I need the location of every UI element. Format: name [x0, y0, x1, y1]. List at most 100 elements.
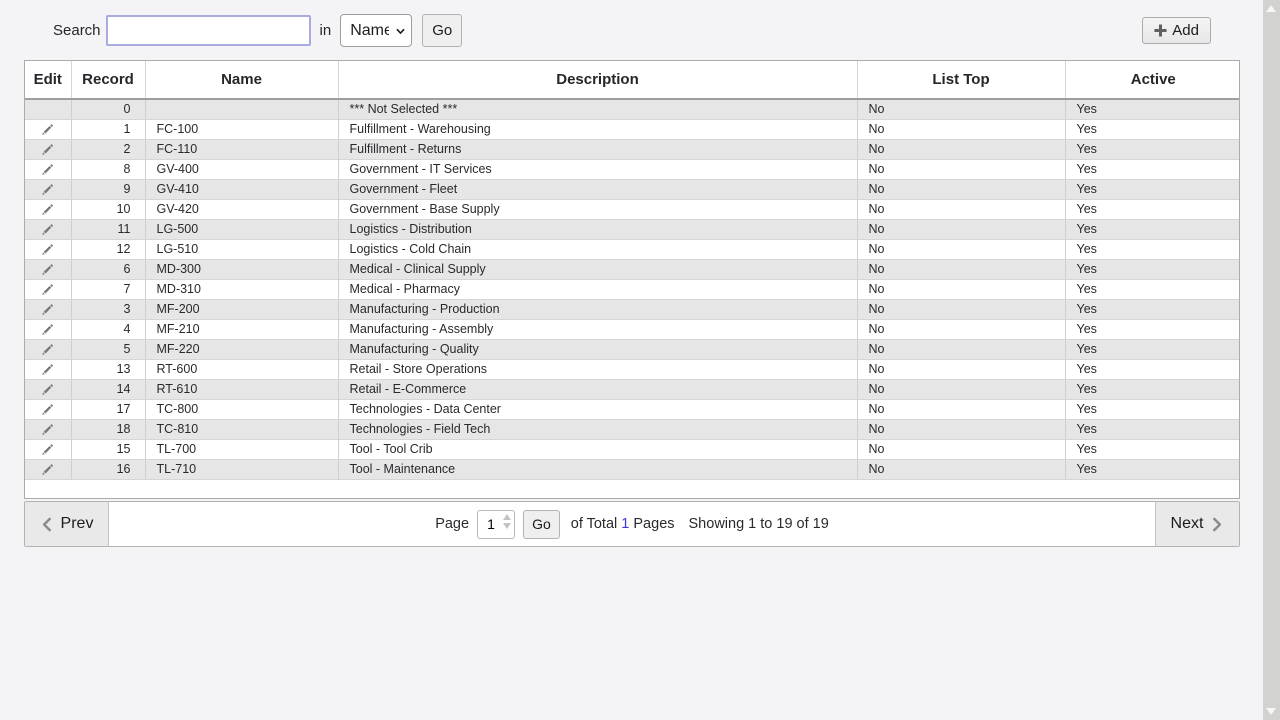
record-cell: 17: [71, 399, 145, 419]
table-row: 18 TC-810 Technologies - Field Tech No Y…: [25, 419, 1240, 439]
column-header-record: Record: [71, 61, 145, 99]
list-top-cell: No: [857, 139, 1065, 159]
pagination-controls: Page Go of Total 1 Pages Showing 1 to 19…: [109, 502, 1155, 546]
table-row: 15 TL-700 Tool - Tool Crib No Yes: [25, 439, 1240, 459]
edit-pencil-icon[interactable]: [40, 222, 55, 237]
active-cell: Yes: [1065, 279, 1240, 299]
edit-pencil-icon[interactable]: [40, 442, 55, 457]
record-cell: 2: [71, 139, 145, 159]
record-cell: 7: [71, 279, 145, 299]
record-cell: 11: [71, 219, 145, 239]
edit-pencil-icon[interactable]: [40, 142, 55, 157]
edit-pencil-icon[interactable]: [40, 182, 55, 197]
description-cell: Medical - Pharmacy: [338, 279, 857, 299]
chevron-left-icon: [40, 517, 53, 532]
edit-pencil-icon[interactable]: [40, 362, 55, 377]
page-go-button[interactable]: Go: [523, 510, 560, 539]
edit-pencil-icon[interactable]: [40, 262, 55, 277]
active-cell: Yes: [1065, 399, 1240, 419]
prev-page-button[interactable]: Prev: [25, 502, 109, 546]
edit-pencil-icon[interactable]: [40, 342, 55, 357]
name-cell: MD-300: [145, 259, 338, 279]
vertical-scrollbar[interactable]: [1263, 0, 1280, 720]
list-top-cell: No: [857, 439, 1065, 459]
list-top-cell: No: [857, 159, 1065, 179]
record-cell: 12: [71, 239, 145, 259]
search-go-button[interactable]: Go: [422, 14, 462, 47]
scrollbar-up-icon[interactable]: [1266, 5, 1276, 12]
table-row: 8 GV-400 Government - IT Services No Yes: [25, 159, 1240, 179]
name-cell: GV-400: [145, 159, 338, 179]
name-cell: LG-500: [145, 219, 338, 239]
records-table: Edit Record Name Description List Top Ac…: [24, 60, 1240, 499]
add-button-label: Add: [1172, 22, 1199, 39]
table-row: 16 TL-710 Tool - Maintenance No Yes: [25, 459, 1240, 479]
column-header-list-top: List Top: [857, 61, 1065, 99]
spinner-up-icon[interactable]: [503, 514, 511, 520]
plus-icon: [1154, 24, 1167, 37]
table-row: 4 MF-210 Manufacturing - Assembly No Yes: [25, 319, 1240, 339]
edit-pencil-icon[interactable]: [40, 402, 55, 417]
edit-pencil-icon[interactable]: [40, 382, 55, 397]
edit-pencil-icon[interactable]: [40, 422, 55, 437]
spinner-down-icon[interactable]: [503, 523, 511, 529]
table-row: 5 MF-220 Manufacturing - Quality No Yes: [25, 339, 1240, 359]
list-top-cell: No: [857, 459, 1065, 479]
list-top-cell: No: [857, 119, 1065, 139]
column-header-name: Name: [145, 61, 338, 99]
record-cell: 5: [71, 339, 145, 359]
edit-pencil-icon[interactable]: [40, 302, 55, 317]
active-cell: Yes: [1065, 299, 1240, 319]
active-cell: Yes: [1065, 239, 1240, 259]
edit-pencil-icon[interactable]: [40, 162, 55, 177]
name-cell: LG-510: [145, 239, 338, 259]
description-cell: Government - Fleet: [338, 179, 857, 199]
list-top-cell: No: [857, 299, 1065, 319]
description-cell: Government - IT Services: [338, 159, 857, 179]
page-label: Page: [435, 516, 469, 532]
add-button[interactable]: Add: [1142, 17, 1211, 44]
search-input[interactable]: [106, 15, 311, 46]
edit-pencil-icon[interactable]: [40, 122, 55, 137]
edit-pencil-icon[interactable]: [40, 242, 55, 257]
record-cell: 10: [71, 199, 145, 219]
next-button-label: Next: [1171, 515, 1204, 533]
record-cell: 4: [71, 319, 145, 339]
name-cell: [145, 99, 338, 119]
table-row: 7 MD-310 Medical - Pharmacy No Yes: [25, 279, 1240, 299]
description-cell: Medical - Clinical Supply: [338, 259, 857, 279]
scrollbar-down-icon[interactable]: [1266, 708, 1276, 715]
edit-pencil-icon[interactable]: [40, 202, 55, 217]
list-top-cell: No: [857, 219, 1065, 239]
name-cell: TL-710: [145, 459, 338, 479]
chevron-right-icon: [1211, 517, 1224, 532]
page-input-spinner[interactable]: [503, 514, 511, 529]
search-field-select[interactable]: Name: [340, 14, 412, 47]
name-cell: MF-200: [145, 299, 338, 319]
total-pages-text: of Total 1 Pages: [571, 516, 675, 532]
list-top-cell: No: [857, 419, 1065, 439]
prev-button-label: Prev: [61, 515, 94, 533]
table-header-row: Edit Record Name Description List Top Ac…: [25, 61, 1240, 99]
showing-range-text: Showing 1 to 19 of 19: [689, 516, 829, 532]
table-row: 17 TC-800 Technologies - Data Center No …: [25, 399, 1240, 419]
table-row: 1 FC-100 Fulfillment - Warehousing No Ye…: [25, 119, 1240, 139]
active-cell: Yes: [1065, 459, 1240, 479]
search-label: Search: [53, 22, 101, 39]
active-cell: Yes: [1065, 199, 1240, 219]
list-top-cell: No: [857, 179, 1065, 199]
active-cell: Yes: [1065, 159, 1240, 179]
description-cell: Government - Base Supply: [338, 199, 857, 219]
of-total-label: of Total: [571, 516, 618, 532]
edit-pencil-icon[interactable]: [40, 322, 55, 337]
edit-pencil-icon[interactable]: [40, 282, 55, 297]
name-cell: GV-410: [145, 179, 338, 199]
description-cell: Fulfillment - Warehousing: [338, 119, 857, 139]
edit-pencil-icon[interactable]: [40, 462, 55, 477]
next-page-button[interactable]: Next: [1155, 502, 1239, 546]
list-top-cell: No: [857, 259, 1065, 279]
record-cell: 9: [71, 179, 145, 199]
table-row: 11 LG-500 Logistics - Distribution No Ye…: [25, 219, 1240, 239]
record-cell: 8: [71, 159, 145, 179]
table-row: 6 MD-300 Medical - Clinical Supply No Ye…: [25, 259, 1240, 279]
